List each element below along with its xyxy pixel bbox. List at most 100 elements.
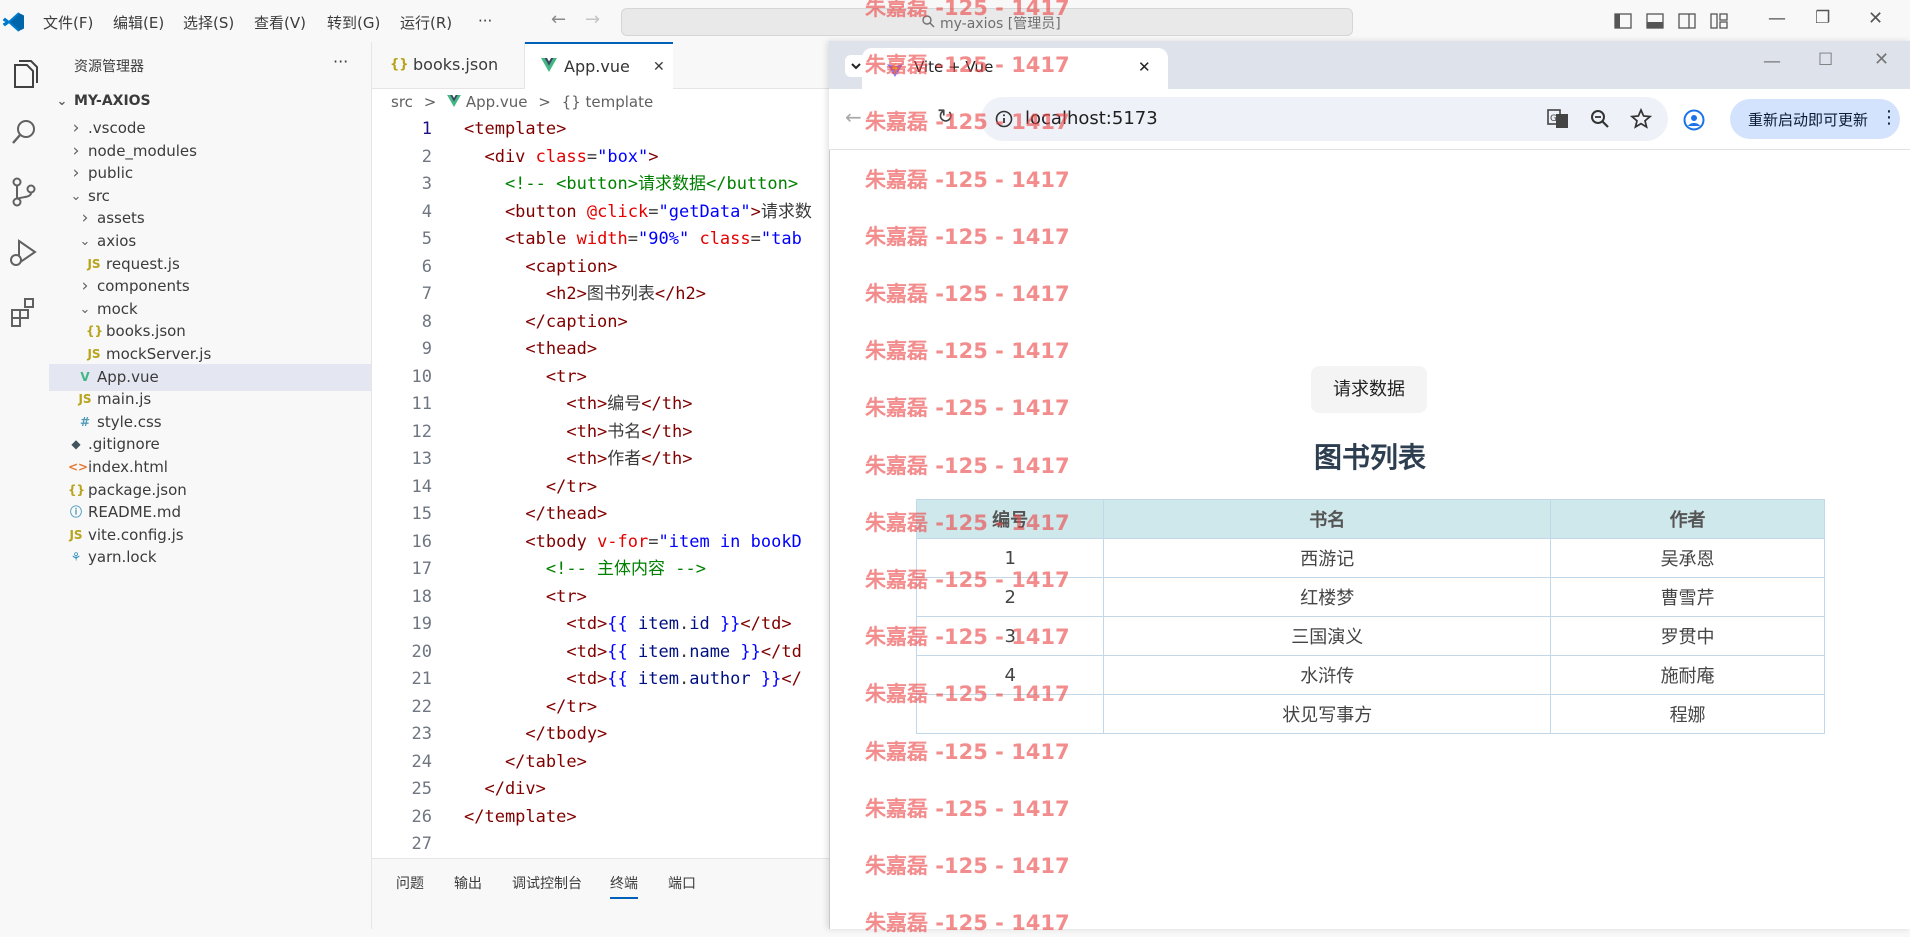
panel-tab-debug-console[interactable]: 调试控制台: [512, 873, 582, 893]
breadcrumb-separator: >: [423, 93, 437, 111]
window-restore-icon[interactable]: ❐: [1815, 8, 1830, 28]
back-arrow-icon[interactable]: ←: [551, 9, 566, 30]
tab-app-vue[interactable]: App.vue ✕: [525, 42, 673, 90]
code-text: <td>{{ item.author }}</: [464, 669, 802, 689]
tab-label: App.vue: [564, 57, 630, 76]
code-text: </thead>: [464, 504, 608, 524]
code-line[interactable]: 25 </div>: [372, 776, 830, 803]
panel-tab-output[interactable]: 输出: [454, 873, 482, 893]
code-line[interactable]: 19 <td>{{ item.id }}</td>: [372, 611, 830, 638]
toggle-primary-sidebar-icon[interactable]: [1614, 13, 1632, 29]
breadcrumb-app-vue[interactable]: App.vue: [466, 93, 528, 111]
watermark-text: 朱嘉磊 -125 - 1417: [865, 510, 1070, 535]
code-line[interactable]: 26 </template>: [372, 804, 830, 831]
menu-more[interactable]: ···: [478, 12, 492, 30]
watermark-text: 朱嘉磊 -125 - 1417: [865, 796, 1070, 821]
zoom-icon[interactable]: [1590, 109, 1610, 129]
watermark-text: 朱嘉磊 -125 - 1417: [865, 739, 1070, 764]
menu-go[interactable]: 转到(G): [327, 12, 380, 33]
menu-view[interactable]: 查看(V): [254, 12, 306, 33]
code-line[interactable]: 3 <!-- <button>请求数据</button>: [372, 171, 830, 198]
search-sidebar-icon[interactable]: [5, 113, 43, 151]
code-line[interactable]: 9 <thead>: [372, 336, 830, 363]
line-number: 2: [421, 146, 432, 167]
menu-run[interactable]: 运行(R): [400, 12, 452, 33]
run-debug-icon[interactable]: [5, 233, 43, 271]
restart-update-button[interactable]: 重新启动即可更新 ⋮: [1730, 99, 1900, 139]
code-line[interactable]: 24 </table>: [372, 749, 830, 776]
code-line[interactable]: 17 <!-- 主体内容 -->: [372, 556, 830, 583]
extensions-icon[interactable]: [5, 293, 43, 331]
code-line[interactable]: 2 <div class="box">: [372, 144, 830, 171]
explorer-more-icon[interactable]: ···: [333, 52, 348, 71]
toggle-panel-icon[interactable]: [1646, 13, 1664, 29]
code-text: <caption>: [464, 256, 618, 277]
svg-text:G: G: [1550, 114, 1557, 124]
code-line[interactable]: 27: [372, 831, 830, 858]
menu-dots-icon[interactable]: ⋮: [1880, 107, 1898, 128]
code-line[interactable]: 11 <th>编号</th>: [372, 391, 830, 418]
panel-tab-terminal[interactable]: 终端: [610, 873, 638, 899]
code-line[interactable]: 20 <td>{{ item.name }}</td: [372, 639, 830, 666]
menu-selection[interactable]: 选择(S): [183, 12, 234, 33]
forward-arrow-icon[interactable]: →: [585, 9, 600, 30]
header-author: 作者: [1550, 499, 1825, 539]
customize-layout-icon[interactable]: [1710, 13, 1728, 29]
code-line[interactable]: 16 <tbody v-for="item in bookD: [372, 529, 830, 556]
toggle-secondary-sidebar-icon[interactable]: [1678, 13, 1696, 29]
code-line[interactable]: 4 <button @click="getData">请求数: [372, 199, 830, 226]
breadcrumb-src[interactable]: src: [391, 93, 413, 111]
code-text: <h2>图书列表</h2>: [464, 284, 707, 304]
cell-author: 程娜: [1550, 694, 1825, 734]
breadcrumb-template[interactable]: {} template: [562, 93, 654, 111]
code-text: <!-- 主体内容 -->: [464, 559, 706, 579]
explorer-root-folder[interactable]: ⌄ MY-AXIOS: [49, 88, 371, 115]
vue-file-icon: [541, 58, 557, 72]
address-bar[interactable]: localhost:5173 G: [981, 97, 1668, 141]
code-line[interactable]: 13 <th>作者</th>: [372, 446, 830, 473]
browser-maximize-icon[interactable]: ☐: [1818, 50, 1833, 70]
request-data-button[interactable]: 请求数据: [1311, 366, 1427, 413]
browser-minimize-icon[interactable]: —: [1763, 51, 1781, 72]
panel-tab-ports[interactable]: 端口: [668, 873, 696, 893]
source-control-icon[interactable]: [5, 173, 43, 211]
cell-author: 施耐庵: [1550, 655, 1825, 695]
code-line[interactable]: 18 <tr>: [372, 584, 830, 611]
browser-close-icon[interactable]: ✕: [1874, 49, 1889, 70]
window-minimize-icon[interactable]: —: [1768, 8, 1786, 29]
profile-icon[interactable]: [1682, 109, 1706, 131]
code-line[interactable]: 6 <caption>: [372, 254, 830, 281]
explorer-item[interactable]: ⚘ yarn.lock: [49, 544, 371, 571]
code-line[interactable]: 7 <h2>图书列表</h2>: [372, 281, 830, 308]
window-close-icon[interactable]: ✕: [1868, 8, 1883, 29]
code-text: <td>{{ item.name }}</td: [464, 641, 802, 662]
code-line[interactable]: 8 </caption>: [372, 309, 830, 336]
browser-back-icon[interactable]: ←: [845, 105, 862, 129]
code-text: </tr>: [464, 476, 598, 497]
code-line[interactable]: 12 <th>书名</th>: [372, 419, 830, 446]
translate-icon[interactable]: G: [1547, 109, 1569, 129]
watermark-text: 朱嘉磊 -125 - 1417: [865, 453, 1070, 478]
explorer-icon[interactable]: [5, 56, 43, 94]
code-line[interactable]: 15 </thead>: [372, 501, 830, 528]
menu-file[interactable]: 文件(F): [43, 12, 93, 33]
tab-close-icon[interactable]: ✕: [653, 44, 665, 90]
code-line[interactable]: 14 </tr>: [372, 474, 830, 501]
breadcrumb-separator: >: [538, 93, 551, 111]
panel-tab-problems[interactable]: 问题: [396, 873, 424, 893]
code-line[interactable]: 5 <table width="90%" class="tab: [372, 226, 830, 253]
code-line[interactable]: 22 </tr>: [372, 694, 830, 721]
bookmark-star-icon[interactable]: [1630, 108, 1652, 130]
json-file-icon: {}: [390, 57, 409, 72]
line-number: 5: [421, 229, 432, 249]
code-line[interactable]: 23 </tbody>: [372, 721, 830, 748]
watermark-text: 朱嘉磊 -125 - 1417: [865, 282, 1070, 306]
code-line[interactable]: 21 <td>{{ item.author }}</: [372, 666, 830, 693]
browser-tab-close-icon[interactable]: ✕: [1138, 58, 1151, 76]
tab-books-json[interactable]: {} books.json: [372, 42, 525, 88]
menu-edit[interactable]: 编辑(E): [113, 12, 164, 33]
code-line[interactable]: 1 <template>: [372, 116, 830, 143]
code-line[interactable]: 10 <tr>: [372, 364, 830, 391]
explorer-sidebar: 资源管理器 ··· ⌄ MY-AXIOS › .vscode › node_modul…: [49, 42, 372, 929]
line-number: 15: [411, 504, 432, 524]
